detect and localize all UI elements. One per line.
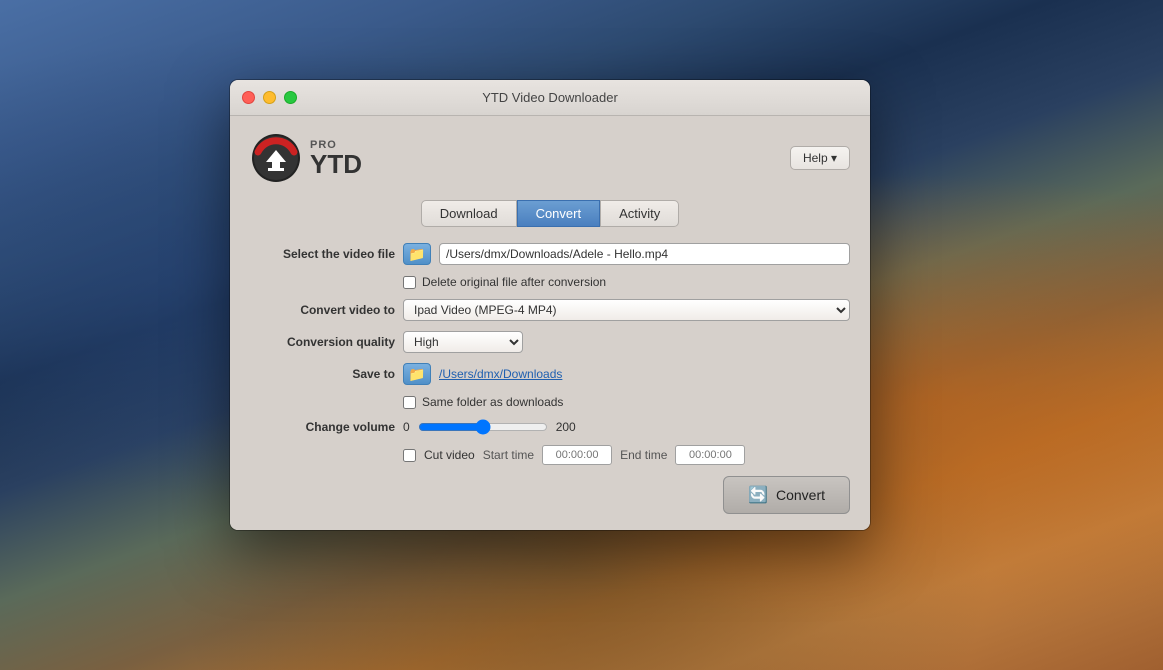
save-to-path[interactable]: /Users/dmx/Downloads bbox=[439, 367, 562, 381]
window-title: YTD Video Downloader bbox=[482, 90, 618, 105]
start-time-input[interactable] bbox=[542, 445, 612, 465]
convert-video-to-label: Convert video to bbox=[250, 303, 395, 317]
conversion-quality-row: Conversion quality High bbox=[250, 331, 850, 353]
maximize-button[interactable] bbox=[284, 91, 297, 104]
start-time-label: Start time bbox=[483, 448, 534, 462]
delete-original-checkbox[interactable] bbox=[403, 276, 416, 289]
logo-area: PRO YTD bbox=[250, 132, 362, 184]
tab-download[interactable]: Download bbox=[421, 200, 517, 227]
application-window: YTD Video Downloader PRO YTD bbox=[230, 80, 870, 530]
tab-bar: Download Convert Activity bbox=[250, 200, 850, 227]
select-video-row: Select the video file 📁 bbox=[250, 243, 850, 265]
save-folder-icon: 📁 bbox=[408, 366, 425, 383]
tab-activity[interactable]: Activity bbox=[600, 200, 679, 227]
logo-text: PRO YTD bbox=[310, 139, 362, 177]
save-to-folder-button[interactable]: 📁 bbox=[403, 363, 431, 385]
convert-icon: 🔄 bbox=[748, 485, 768, 505]
folder-icon: 📁 bbox=[408, 246, 425, 263]
volume-max-label: 200 bbox=[556, 420, 576, 434]
convert-button-label: Convert bbox=[776, 487, 825, 503]
convert-video-to-select[interactable]: Ipad Video (MPEG-4 MP4) bbox=[403, 299, 850, 321]
cut-video-label: Cut video bbox=[424, 448, 475, 462]
end-time-label: End time bbox=[620, 448, 667, 462]
same-folder-label: Same folder as downloads bbox=[422, 395, 563, 409]
traffic-lights bbox=[242, 91, 297, 104]
convert-video-to-row: Convert video to Ipad Video (MPEG-4 MP4) bbox=[250, 299, 850, 321]
cut-video-checkbox[interactable] bbox=[403, 449, 416, 462]
select-video-label: Select the video file bbox=[250, 247, 395, 261]
volume-controls: 0 200 bbox=[403, 419, 576, 435]
logo-ytd-label: YTD bbox=[310, 151, 362, 177]
convert-button[interactable]: 🔄 Convert bbox=[723, 476, 850, 514]
end-time-input[interactable] bbox=[675, 445, 745, 465]
change-volume-row: Change volume 0 200 bbox=[250, 419, 850, 435]
file-path-input[interactable] bbox=[439, 243, 850, 265]
help-button[interactable]: Help ▾ bbox=[790, 146, 850, 170]
same-folder-checkbox[interactable] bbox=[403, 396, 416, 409]
tab-convert[interactable]: Convert bbox=[517, 200, 601, 227]
conversion-quality-select[interactable]: High bbox=[403, 331, 523, 353]
conversion-quality-label: Conversion quality bbox=[250, 335, 395, 349]
save-to-area: 📁 /Users/dmx/Downloads bbox=[403, 363, 562, 385]
file-input-area: 📁 bbox=[403, 243, 850, 265]
save-to-row: Save to 📁 /Users/dmx/Downloads bbox=[250, 363, 850, 385]
convert-button-row: 🔄 Convert bbox=[250, 466, 850, 514]
titlebar: YTD Video Downloader bbox=[230, 80, 870, 116]
browse-folder-button[interactable]: 📁 bbox=[403, 243, 431, 265]
ytd-logo-icon bbox=[250, 132, 302, 184]
window-content: PRO YTD Help ▾ Download Convert Activity… bbox=[230, 116, 870, 530]
save-to-label: Save to bbox=[250, 367, 395, 381]
delete-original-row: Delete original file after conversion bbox=[403, 275, 850, 289]
volume-slider[interactable] bbox=[418, 419, 548, 435]
cut-video-row: Cut video Start time End time bbox=[403, 445, 850, 465]
top-bar: PRO YTD Help ▾ bbox=[250, 132, 850, 184]
same-folder-row: Same folder as downloads bbox=[403, 395, 850, 409]
close-button[interactable] bbox=[242, 91, 255, 104]
form-area: Select the video file 📁 Delete original … bbox=[250, 243, 850, 466]
delete-original-label: Delete original file after conversion bbox=[422, 275, 606, 289]
volume-min-label: 0 bbox=[403, 420, 410, 434]
minimize-button[interactable] bbox=[263, 91, 276, 104]
change-volume-label: Change volume bbox=[250, 420, 395, 434]
